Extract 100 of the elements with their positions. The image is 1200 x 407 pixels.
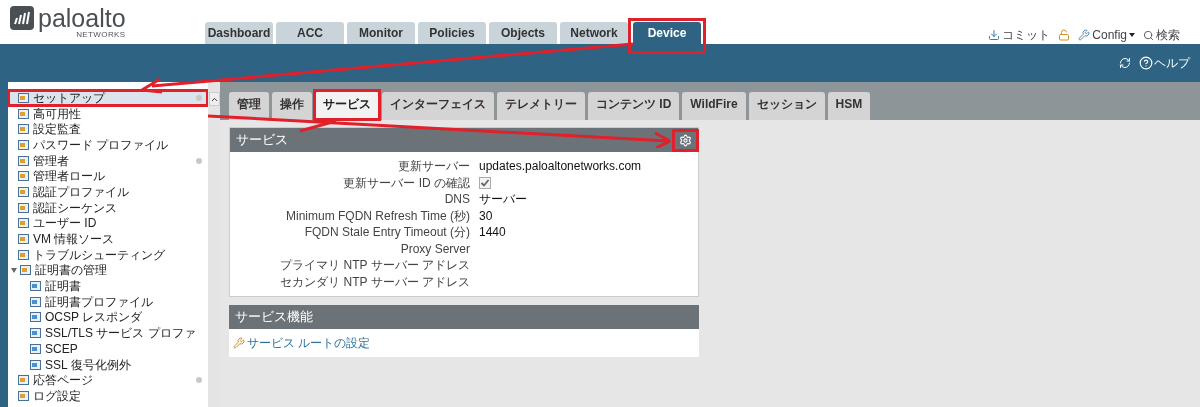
field-label: DNS xyxy=(443,191,470,209)
item-label: VM 情報ソース xyxy=(33,231,115,249)
sidebar-item[interactable]: トラブルシューティング xyxy=(8,246,208,263)
item-label: 高可用性 xyxy=(33,105,81,123)
help-link[interactable]: ヘルプ xyxy=(1139,54,1190,72)
tab[interactable]: HSM xyxy=(827,92,871,120)
page-icon xyxy=(30,327,42,340)
item-label: 証明書プロファイル xyxy=(45,293,153,311)
page-icon xyxy=(30,358,42,371)
sidebar-item[interactable]: パスワード プロファイル xyxy=(8,137,208,153)
refresh-icon[interactable] xyxy=(1119,57,1131,69)
logo-icon xyxy=(10,6,34,30)
nav-tab[interactable]: Dashboard xyxy=(205,22,273,44)
sidebar-item[interactable]: 証明書の管理 xyxy=(8,262,208,279)
item-label: 応答ページ xyxy=(33,372,93,390)
sidebar-item[interactable]: SSL 復号化例外 xyxy=(8,356,208,373)
item-label: セットアップ xyxy=(33,89,105,107)
sidebar-item[interactable]: SCEP xyxy=(8,341,208,357)
lock-icon[interactable] xyxy=(1058,29,1071,41)
service-route-link[interactable]: サービス ルートの設定 xyxy=(233,334,695,352)
search-link[interactable]: 検索 xyxy=(1143,26,1180,44)
field-label: 更新サーバー xyxy=(397,158,470,176)
sidebar-item[interactable]: 管理者 xyxy=(8,152,208,169)
item-label: SSL 復号化例外 xyxy=(45,356,131,374)
search-icon xyxy=(1143,29,1154,41)
sidebar-item[interactable]: 証明書プロファイル xyxy=(8,293,208,310)
sidebar-item[interactable]: ユーザー ID xyxy=(8,215,208,232)
field-label: Proxy Server xyxy=(399,240,470,258)
item-label: トラブルシューティング xyxy=(33,246,165,264)
nav-tab[interactable]: ACC xyxy=(276,22,344,44)
page-icon xyxy=(18,107,30,120)
page-icon xyxy=(18,154,30,167)
sidebar-item[interactable]: VM 情報ソース xyxy=(8,231,208,247)
item-label: 証明書 xyxy=(45,278,81,296)
nav-tab[interactable]: Monitor xyxy=(347,22,415,44)
page-icon xyxy=(18,389,30,402)
page-icon xyxy=(30,280,42,293)
page-icon xyxy=(18,91,30,104)
field-label: Minimum FQDN Refresh Time (秒) xyxy=(285,207,470,225)
panel-title: サービス機能 xyxy=(235,308,313,327)
item-label: 管理者 xyxy=(33,152,69,170)
tab[interactable]: サービス xyxy=(315,92,379,120)
tab[interactable]: 操作 xyxy=(272,92,312,120)
sidebar-item[interactable]: 管理者ロール xyxy=(8,168,208,185)
wrench-icon xyxy=(233,337,245,349)
page-icon xyxy=(18,201,30,214)
sidebar-item[interactable]: ログ設定 xyxy=(8,388,208,404)
page-icon xyxy=(20,264,32,277)
field-label: 更新サーバー ID の確認 xyxy=(342,174,470,192)
nav-tab[interactable]: Device xyxy=(633,22,701,44)
tab[interactable]: インターフェイス xyxy=(382,92,494,120)
item-label: 認証シーケンス xyxy=(33,199,117,217)
sidebar-item[interactable]: 設定監査 xyxy=(8,121,208,138)
page-icon xyxy=(30,295,42,308)
tab[interactable]: WildFire xyxy=(682,92,746,120)
item-label: SCEP xyxy=(45,340,78,358)
tab[interactable]: 管理 xyxy=(229,92,269,120)
settings-icon[interactable] xyxy=(679,133,692,147)
page-icon xyxy=(18,170,30,183)
tab[interactable]: コンテンツ ID xyxy=(588,92,680,120)
sidebar-item[interactable]: 認証プロファイル xyxy=(8,184,208,200)
page-icon xyxy=(30,311,42,324)
field-label: プライマリ NTP サーバー アドレス xyxy=(279,257,470,275)
item-label: ログ設定 xyxy=(33,387,81,405)
page-icon xyxy=(18,248,30,261)
sidebar-item[interactable]: 証明書 xyxy=(8,278,208,294)
item-label: ユーザー ID xyxy=(33,215,97,233)
nav-tab[interactable]: Policies xyxy=(418,22,486,44)
sidebar-item[interactable]: OCSP レスポンダ xyxy=(8,309,208,326)
item-label: 設定監査 xyxy=(33,121,81,139)
page-icon xyxy=(30,342,42,355)
field-label: FQDN Stale Entry Timeout (分) xyxy=(303,224,470,242)
config-menu[interactable]: Config xyxy=(1078,26,1135,44)
sidebar-item[interactable]: SSL/TLS サービス プロファ xyxy=(8,325,208,341)
panel-title: サービス xyxy=(236,131,288,150)
caret-icon xyxy=(1129,33,1135,37)
item-label: OCSP レスポンダ xyxy=(45,309,143,327)
tab[interactable]: セッション xyxy=(748,92,825,120)
logo-tagline: NETWORKS xyxy=(76,31,126,39)
checkbox[interactable] xyxy=(479,176,491,189)
wrench-icon xyxy=(1078,29,1091,41)
help-icon xyxy=(1139,56,1153,70)
sidebar-item[interactable]: 認証シーケンス xyxy=(8,199,208,216)
item-label: 証明書の管理 xyxy=(35,262,107,280)
sidebar-item[interactable]: 高可用性 xyxy=(8,105,208,122)
logo-text: paloalto xyxy=(38,6,126,30)
sidebar-item[interactable]: 応答ページ xyxy=(8,372,208,389)
field-value: 1440 xyxy=(479,224,506,242)
page-icon xyxy=(18,233,30,246)
field-value: updates.paloaltonetworks.com xyxy=(479,158,642,176)
nav-tab[interactable]: Objects xyxy=(489,22,557,44)
page-icon xyxy=(18,138,30,151)
page-icon xyxy=(18,374,30,387)
tab[interactable]: テレメトリー xyxy=(497,92,585,120)
scroll-up-button[interactable] xyxy=(208,92,220,106)
download-icon xyxy=(988,29,1001,41)
item-label: パスワード プロファイル xyxy=(33,136,169,154)
commit-link[interactable]: コミット xyxy=(988,26,1051,44)
nav-tab[interactable]: Network xyxy=(560,22,628,44)
item-label: SSL/TLS サービス プロファ xyxy=(45,325,196,343)
